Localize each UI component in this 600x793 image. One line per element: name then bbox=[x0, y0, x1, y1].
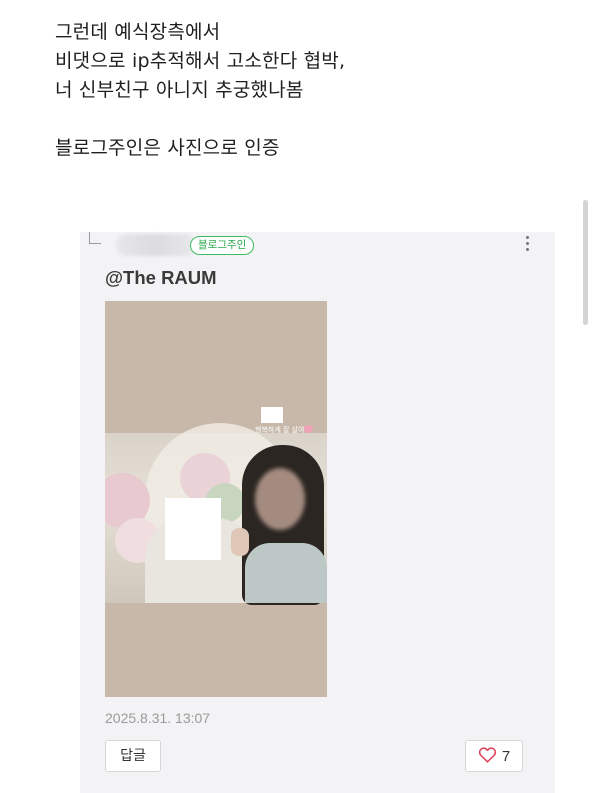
comment-mention: @The RAUM bbox=[105, 267, 217, 288]
censor-box bbox=[261, 407, 283, 423]
v-sign-hand bbox=[231, 528, 249, 556]
like-button[interactable]: 7 bbox=[465, 740, 523, 772]
reply-corner-icon bbox=[89, 232, 101, 244]
comment-timestamp: 2025.8.31. 13:07 bbox=[105, 710, 211, 726]
owner-badge: 블로그주인 bbox=[190, 236, 255, 255]
blurred-username bbox=[116, 234, 196, 256]
person-body bbox=[245, 543, 327, 603]
post-line: 비댓으로 ip추적해서 고소한다 협박, bbox=[55, 50, 346, 72]
like-count: 7 bbox=[501, 747, 511, 765]
post-line: 그런데 예식장측에서 bbox=[55, 21, 221, 43]
comment-card: 블로그주인 @The RAUM 행복하게 잘 살아 2025.8.31. 13:… bbox=[80, 232, 555, 793]
attached-photo[interactable]: 행복하게 잘 살아 bbox=[105, 301, 327, 697]
photo-caption: 행복하게 잘 살아 bbox=[255, 426, 305, 434]
scrollbar[interactable] bbox=[583, 200, 588, 325]
heart-sticker-icon bbox=[304, 425, 313, 433]
reply-button[interactable]: 답글 bbox=[105, 740, 161, 772]
post-line: 너 신부친구 아니지 추궁했나봄 bbox=[55, 79, 304, 101]
more-vertical-icon[interactable] bbox=[525, 236, 529, 254]
post-body: 그런데 예식장측에서 비댓으로 ip추적해서 고소한다 협박, 너 신부친구 아… bbox=[55, 18, 575, 163]
post-line: 블로그주인은 사진으로 인증 bbox=[55, 137, 280, 159]
heart-outline-icon bbox=[478, 746, 497, 767]
photo-scene bbox=[105, 423, 327, 605]
censor-box bbox=[165, 498, 221, 560]
blurred-face bbox=[255, 468, 305, 530]
